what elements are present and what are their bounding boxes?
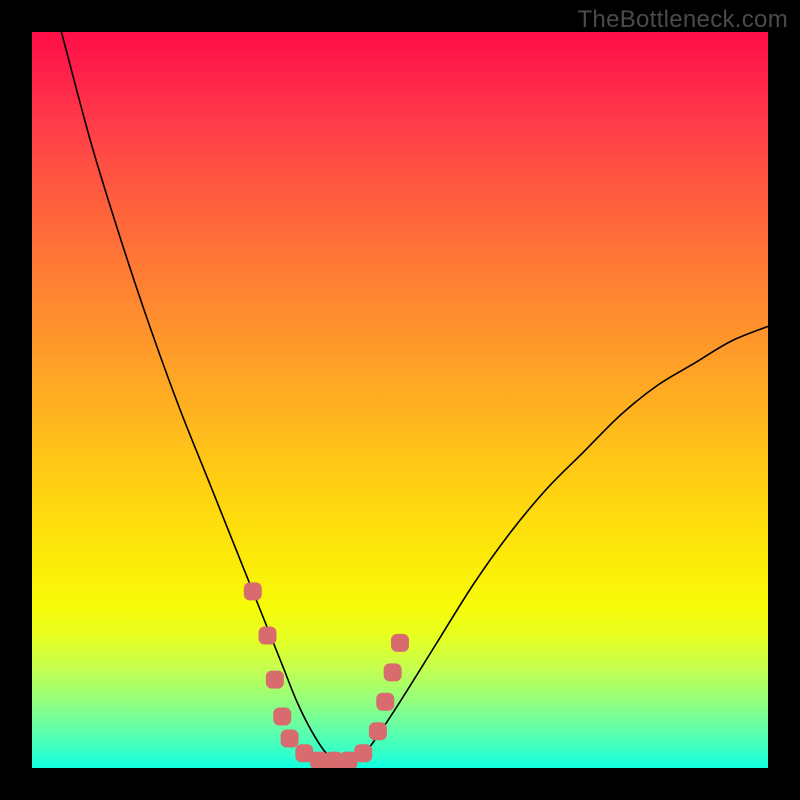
optimal-marker xyxy=(281,730,299,748)
optimal-marker xyxy=(369,722,387,740)
optimal-markers xyxy=(32,32,768,768)
optimal-marker xyxy=(384,663,402,681)
optimal-marker xyxy=(244,582,262,600)
chart-frame: TheBottleneck.com xyxy=(0,0,800,800)
optimal-marker xyxy=(259,627,277,645)
watermark-text: TheBottleneck.com xyxy=(577,6,788,34)
optimal-marker xyxy=(354,744,372,762)
optimal-marker xyxy=(391,634,409,652)
optimal-marker xyxy=(273,707,291,725)
plot-area xyxy=(32,32,768,768)
optimal-marker xyxy=(376,693,394,711)
optimal-marker xyxy=(266,671,284,689)
